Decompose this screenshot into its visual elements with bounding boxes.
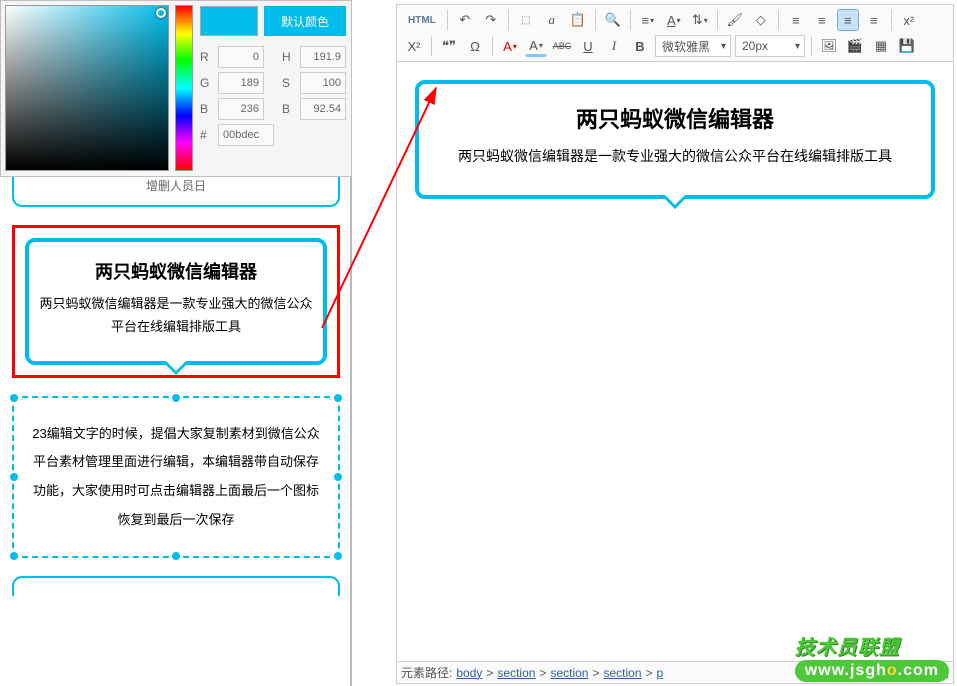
undo-button[interactable]: ↶ <box>454 9 476 31</box>
s-label: S <box>282 76 296 90</box>
align-justify-button[interactable]: ≡ <box>863 9 885 31</box>
b2-label: B <box>282 102 296 116</box>
gradient-cursor[interactable] <box>156 8 166 18</box>
toolbar-separator <box>447 10 448 30</box>
format-brush-button[interactable]: 🖌 <box>724 9 746 31</box>
left-panel: 默认颜色 R G B # H S B 增删人员日 <box>0 0 352 686</box>
path-section1[interactable]: section <box>497 666 535 680</box>
editor-desc[interactable]: 两只蚂蚁微信编辑器是一款专业强大的微信公众平台在线编辑排版工具 <box>439 144 911 169</box>
hue-slider[interactable] <box>175 5 193 171</box>
template-desc: 两只蚂蚁微信编辑器是一款专业强大的微信公众平台在线编辑排版工具 <box>39 292 313 339</box>
resize-handle[interactable] <box>333 393 343 403</box>
font-button[interactable]: a <box>541 9 563 31</box>
h-input[interactable] <box>300 46 346 68</box>
template-item-dashed[interactable]: 23编辑文字的时候，提倡大家复制素材到微信公众平台素材管理里面进行编辑，本编辑器… <box>12 396 340 558</box>
letter-spacing-button[interactable]: A▾ <box>663 9 685 31</box>
watermark-url: www.jsgho.com <box>795 660 949 682</box>
g-label: G <box>200 76 214 90</box>
watermark-logo: 技术员联盟 www.jsgho.com <box>795 631 949 682</box>
toolbar-separator <box>891 10 892 30</box>
line-spacing-button[interactable]: ≡▾ <box>637 9 659 31</box>
insert-table-button[interactable]: ▦ <box>870 35 892 57</box>
resize-handle[interactable] <box>9 551 19 561</box>
template-item-cutoff[interactable]: 增删人员日 <box>12 177 340 207</box>
s-input[interactable] <box>300 72 346 94</box>
toolbar-separator <box>778 10 779 30</box>
align-right-button[interactable]: ≡ <box>837 9 859 31</box>
hex-label: # <box>200 128 214 142</box>
toolbar-separator <box>717 10 718 30</box>
h-label: H <box>282 50 296 64</box>
clear-format-button[interactable]: ◇ <box>750 9 772 31</box>
path-label: 元素路径: <box>401 664 452 681</box>
subscript-button[interactable]: X² <box>403 35 425 57</box>
editor-title[interactable]: 两只蚂蚁微信编辑器 <box>439 102 911 134</box>
find-button[interactable]: 🔍 <box>602 9 624 31</box>
b2-input[interactable] <box>300 98 346 120</box>
hex-input[interactable] <box>218 124 274 146</box>
template-title: 两只蚂蚁微信编辑器 <box>39 258 313 284</box>
current-color-swatch <box>200 6 258 36</box>
cutoff-text: 增删人员日 <box>14 177 338 194</box>
insert-image-button[interactable]: 🖼 <box>818 35 840 57</box>
editor-callout-box[interactable]: 两只蚂蚁微信编辑器 两只蚂蚁微信编辑器是一款专业强大的微信公众平台在线编辑排版工… <box>415 80 935 199</box>
toolbar-separator <box>508 10 509 30</box>
underline-button[interactable]: U <box>577 35 599 57</box>
align-left-button[interactable]: ≡ <box>785 9 807 31</box>
templates-list[interactable]: 增删人员日 两只蚂蚁微信编辑器 两只蚂蚁微信编辑器是一款专业强大的微信公众平台在… <box>0 177 352 686</box>
path-section3[interactable]: section <box>603 666 641 680</box>
template-item-selected[interactable]: 两只蚂蚁微信编辑器 两只蚂蚁微信编辑器是一款专业强大的微信公众平台在线编辑排版工… <box>12 225 340 378</box>
watermark-text: 技术员联盟 <box>795 631 949 660</box>
toolbar-separator <box>811 36 812 56</box>
dashed-text: 23编辑文字的时候，提倡大家复制素材到微信公众平台素材管理里面进行编辑，本编辑器… <box>32 420 320 534</box>
resize-handle[interactable] <box>171 551 181 561</box>
r-input[interactable] <box>218 46 264 68</box>
text-color-button[interactable]: A▾ <box>499 35 521 57</box>
autotype-button[interactable]: ⬚ <box>515 9 537 31</box>
redo-button[interactable]: ↷ <box>480 9 502 31</box>
font-family-select[interactable]: 微软雅黑 <box>655 35 731 57</box>
editor-panel: HTML ↶ ↷ ⬚ a 📋 🔍 ≡▾ A▾ ⇅▾ 🖌 ◇ ≡ ≡ ≡ ≡ x²… <box>396 4 954 682</box>
italic-button[interactable]: I <box>603 35 625 57</box>
resize-handle[interactable] <box>333 551 343 561</box>
blockquote-button[interactable]: ❝❞ <box>438 35 460 57</box>
back-color-button[interactable]: A▾ <box>525 35 547 57</box>
g-input[interactable] <box>218 72 264 94</box>
toolbar-separator <box>492 36 493 56</box>
resize-handle[interactable] <box>333 472 343 482</box>
path-p[interactable]: p <box>657 666 664 680</box>
bold-button[interactable]: B <box>629 35 651 57</box>
align-center-button[interactable]: ≡ <box>811 9 833 31</box>
color-picker: 默认颜色 R G B # H S B <box>0 0 352 177</box>
resize-handle[interactable] <box>9 393 19 403</box>
strikethrough-button[interactable]: ABC <box>551 35 573 57</box>
margin-button[interactable]: ⇅▾ <box>689 9 711 31</box>
editor-content-area[interactable]: 两只蚂蚁微信编辑器 两只蚂蚁微信编辑器是一款专业强大的微信公众平台在线编辑排版工… <box>396 62 954 662</box>
path-body[interactable]: body <box>456 666 482 680</box>
template-callout-box: 两只蚂蚁微信编辑器 两只蚂蚁微信编辑器是一款专业强大的微信公众平台在线编辑排版工… <box>25 238 327 365</box>
toolbar-separator <box>630 10 631 30</box>
b-input[interactable] <box>218 98 264 120</box>
pointer-down-icon <box>661 195 689 209</box>
color-values-panel: 默认颜色 R G B # H S B <box>195 1 351 176</box>
special-char-button[interactable]: Ω <box>464 35 486 57</box>
save-button[interactable]: 💾 <box>896 35 918 57</box>
toolbar-separator <box>431 36 432 56</box>
insert-video-button[interactable]: 🎬 <box>844 35 866 57</box>
template-item-partial[interactable] <box>12 576 340 596</box>
default-color-button[interactable]: 默认颜色 <box>264 6 346 36</box>
superscript-button[interactable]: x² <box>898 9 920 31</box>
r-label: R <box>200 50 214 64</box>
saturation-gradient[interactable] <box>5 5 169 171</box>
path-section2[interactable]: section <box>550 666 588 680</box>
editor-toolbar: HTML ↶ ↷ ⬚ a 📋 🔍 ≡▾ A▾ ⇅▾ 🖌 ◇ ≡ ≡ ≡ ≡ x²… <box>396 4 954 62</box>
resize-handle[interactable] <box>9 472 19 482</box>
paste-button[interactable]: 📋 <box>567 9 589 31</box>
pointer-down-icon <box>162 361 190 375</box>
toolbar-separator <box>595 10 596 30</box>
b-label: B <box>200 102 214 116</box>
html-source-button[interactable]: HTML <box>403 9 441 31</box>
font-size-select[interactable]: 20px <box>735 35 805 57</box>
resize-handle[interactable] <box>171 393 181 403</box>
